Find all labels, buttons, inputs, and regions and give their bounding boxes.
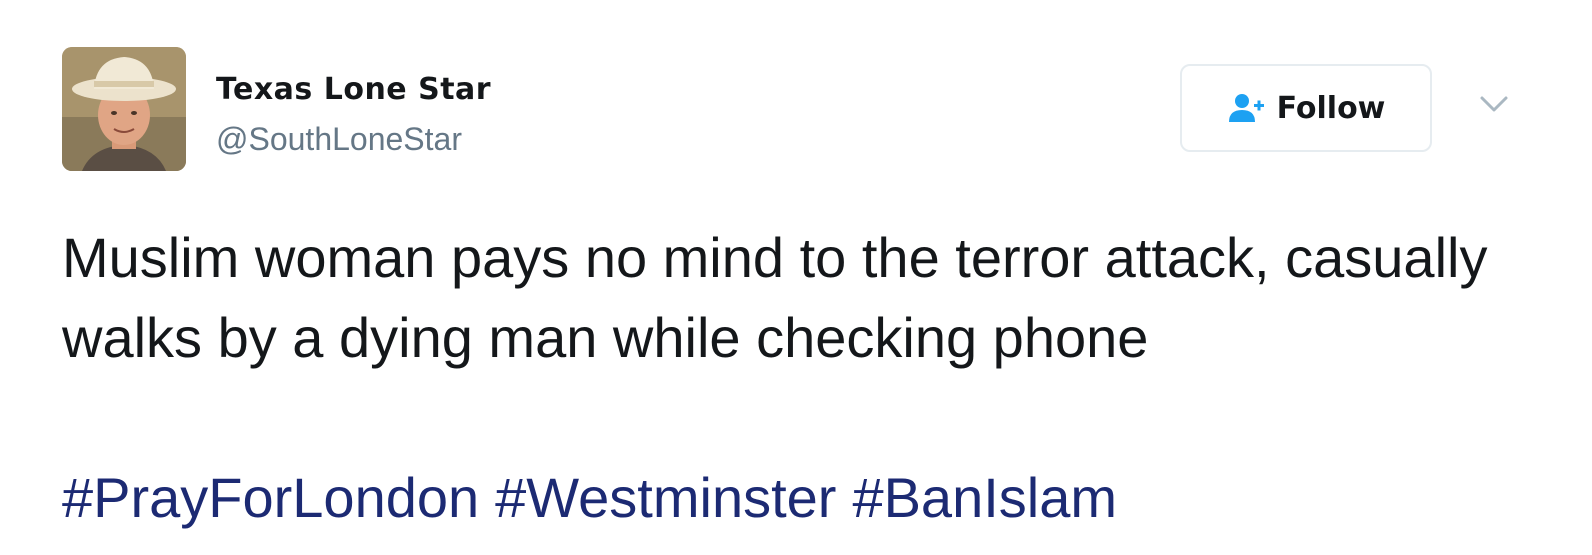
avatar[interactable] xyxy=(62,47,186,171)
follow-button[interactable]: Follow xyxy=(1180,64,1432,152)
hashtag-link[interactable]: #Westminster xyxy=(495,466,836,529)
follow-label: Follow xyxy=(1276,90,1386,126)
add-user-icon xyxy=(1227,92,1265,124)
tweet-card: Texas Lone Star @SouthLoneStar Follow Mu… xyxy=(0,0,1592,555)
hashtag-link[interactable]: #BanIslam xyxy=(852,466,1117,529)
profile-photo xyxy=(62,47,186,171)
chevron-down-icon[interactable] xyxy=(1478,92,1510,116)
tweet-text: Muslim woman pays no mind to the terror … xyxy=(62,226,1488,369)
display-name[interactable]: Texas Lone Star xyxy=(216,72,491,107)
hashtag-link[interactable]: #PrayForLondon xyxy=(62,466,479,529)
user-handle[interactable]: @SouthLoneStar xyxy=(216,121,462,158)
hashtag-list: #PrayForLondon #Westminster #BanIslam xyxy=(62,458,1133,538)
